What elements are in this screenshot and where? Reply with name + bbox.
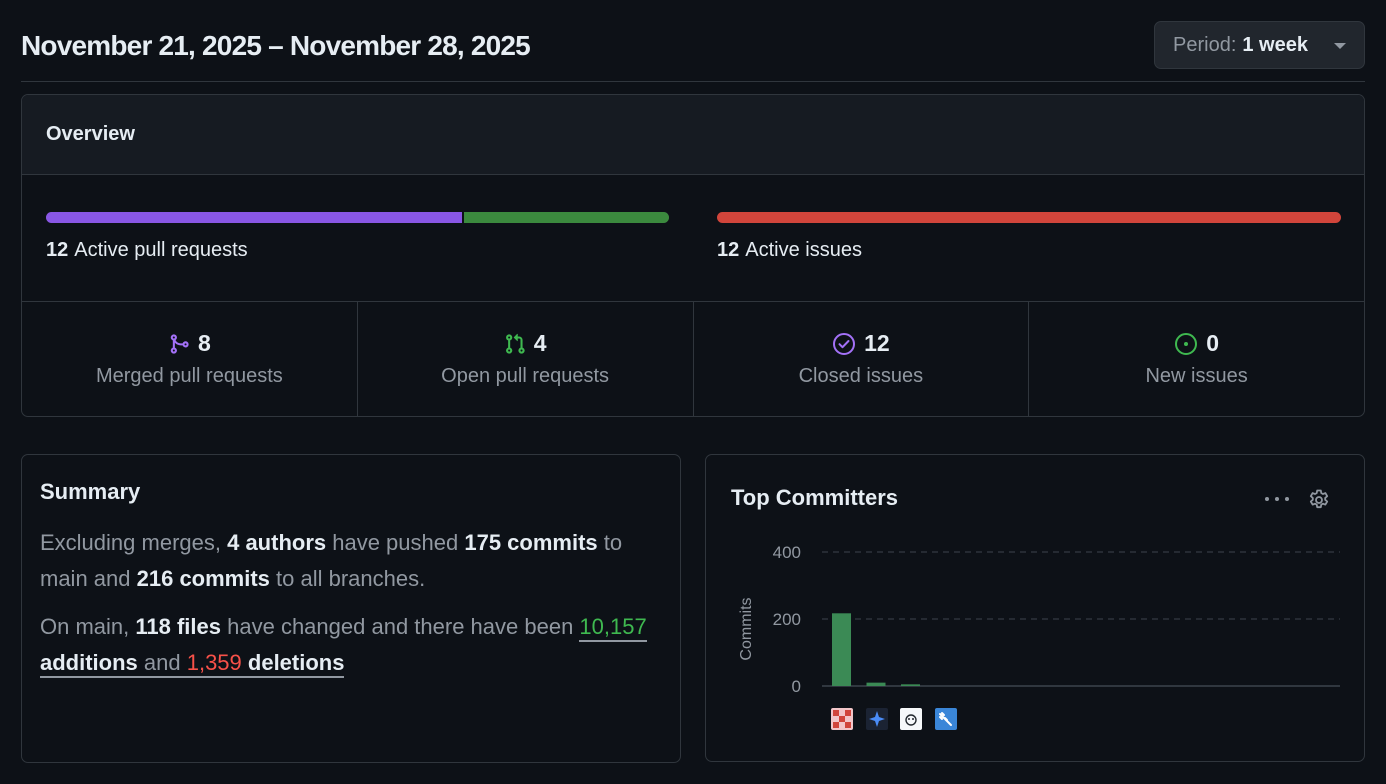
open-pr-count: 4 — [533, 330, 547, 356]
y-tick-label: 400 — [773, 543, 801, 562]
deletions-word: deletions — [241, 650, 345, 675]
open-segment — [461, 212, 669, 223]
active-issues-caption[interactable]: 12 Active issues — [717, 239, 862, 262]
summary-panel: Summary Excluding merges, 4 authors have… — [21, 454, 681, 763]
closed-segment — [717, 212, 1341, 223]
summary-title: Summary — [40, 479, 141, 504]
files-changed-count: 118 files — [135, 614, 222, 639]
summary-text: have changed and there have been — [221, 614, 580, 639]
summary-text: Excluding merges, — [40, 530, 228, 555]
merged-pr-icon — [170, 333, 189, 354]
open-pr-icon — [505, 333, 525, 354]
committer-bar-1 — [832, 613, 851, 686]
kebab-horizontal-icon[interactable] — [1262, 489, 1292, 509]
merged-pr-label: Merged pull requests — [95, 365, 283, 387]
active-pull-requests-caption[interactable]: 12 Active pull requests — [46, 239, 248, 262]
closed-issues-count: 12 — [864, 330, 890, 356]
overview-panel: Overview 12 Active pull requests 12 Active… — [21, 94, 1365, 417]
overview-title: Overview — [46, 123, 135, 145]
y-tick-label: 200 — [773, 610, 801, 629]
merged-pr-count: 8 — [197, 330, 211, 356]
committer-avatar-2[interactable] — [866, 708, 888, 730]
committer-avatar-1[interactable] — [831, 708, 853, 730]
active-pull-requests-label: Active pull requests — [74, 239, 248, 261]
top-committers-title: Top Committers — [731, 485, 899, 510]
summary-text: to all branches. — [269, 566, 426, 591]
summary-text: On main, — [40, 614, 136, 639]
period-dropdown-button[interactable]: Period: 1 week — [1154, 21, 1365, 69]
top-committers-panel: 0 200 400 Commits Top Committers — [705, 454, 1365, 762]
summary-changes-text: On main, 118 files have changed and ther… — [40, 609, 662, 681]
active-issues-label: Active issues — [745, 239, 862, 261]
y-axis-label: Commits — [738, 597, 755, 660]
new-issue-icon — [1175, 332, 1198, 355]
active-pull-requests-count: 12 — [46, 239, 69, 261]
period-value: 1 week — [1242, 33, 1308, 56]
authors-count: 4 authors — [227, 530, 327, 555]
overview-progress-section: 12 Active pull requests 12 Active issues — [22, 175, 1364, 302]
committer-avatar-3[interactable] — [900, 708, 922, 730]
y-tick-label: 0 — [792, 677, 801, 696]
additions-word: additions — [40, 650, 138, 675]
active-issues-count: 12 — [717, 239, 740, 261]
closed-issue-icon — [833, 332, 856, 355]
insights-page: November 21, 2025 – November 28, 2025 Pe… — [0, 0, 1386, 784]
deletions-count: 1,359 — [186, 650, 242, 675]
open-pr-label: Open pull requests — [441, 365, 610, 387]
overview-header: Overview — [22, 95, 1364, 175]
new-issues-label: New issues — [1145, 365, 1248, 387]
stat-new-issues[interactable]: 0 New issues — [1029, 302, 1364, 416]
merged-segment — [46, 212, 462, 223]
stat-closed-issues[interactable]: 12 Closed issues — [694, 302, 1030, 416]
stat-open-pull-requests[interactable]: 4 Open pull requests — [358, 302, 694, 416]
commits-all-count: 216 commits — [136, 566, 270, 591]
new-issues-count: 0 — [1206, 330, 1220, 356]
page-header: November 21, 2025 – November 28, 2025 Pe… — [21, 20, 1365, 82]
period-label: Period: — [1173, 33, 1237, 56]
pull-requests-progress-bar[interactable] — [46, 212, 669, 223]
summary-commits-text: Excluding merges, 4 authors have pushed … — [40, 525, 662, 597]
overview-stats: 8 Merged pull requests 4 Open pull reque… — [22, 302, 1364, 416]
committer-avatar-4[interactable] — [935, 708, 957, 730]
summary-text: and — [137, 650, 187, 675]
stat-merged-pull-requests[interactable]: 8 Merged pull requests — [22, 302, 358, 416]
date-range-title: November 21, 2025 – November 28, 2025 — [21, 30, 531, 61]
closed-issues-label: Closed issues — [798, 365, 924, 387]
committer-bar-3 — [901, 684, 920, 686]
gear-icon[interactable] — [1307, 488, 1331, 512]
caret-down-icon — [1334, 43, 1346, 49]
additions-count: 10,157 — [579, 614, 647, 639]
summary-text: have pushed — [326, 530, 465, 555]
commits-main-count: 175 commits — [464, 530, 598, 555]
issues-progress-bar[interactable] — [717, 212, 1341, 223]
committer-bar-2 — [866, 682, 886, 686]
